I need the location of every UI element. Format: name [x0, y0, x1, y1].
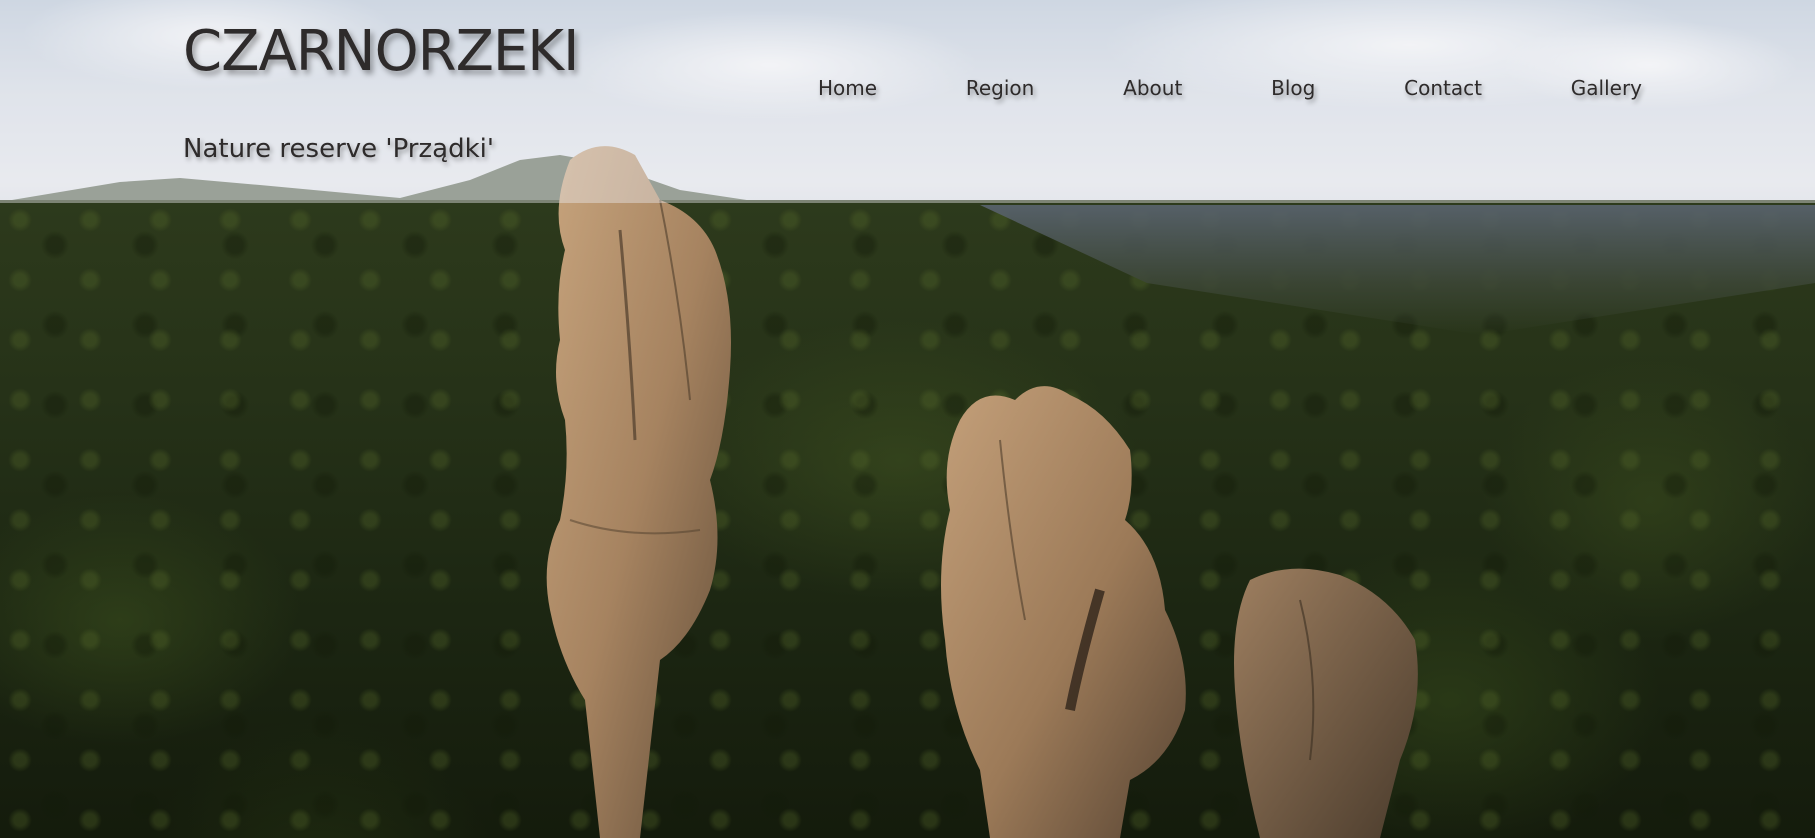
site-tagline: Nature reserve 'Prządki' — [183, 134, 494, 164]
main-navigation: Home Region About Blog Contact Gallery — [800, 70, 1660, 106]
nav-item-contact[interactable]: Contact — [1386, 72, 1500, 104]
rock-pillar-large — [546, 146, 731, 838]
nav-item-blog[interactable]: Blog — [1253, 72, 1333, 104]
nav-item-region[interactable]: Region — [948, 72, 1052, 104]
page: CZARNORZEKI Nature reserve 'Prządki' Hom… — [0, 0, 1815, 838]
rock-pillar-middle — [941, 386, 1186, 838]
nav-item-home[interactable]: Home — [800, 72, 895, 104]
nav-item-gallery[interactable]: Gallery — [1553, 72, 1660, 104]
nav-item-about[interactable]: About — [1105, 72, 1200, 104]
rock-pillar-right — [1234, 568, 1418, 838]
site-title[interactable]: CZARNORZEKI — [183, 20, 580, 84]
